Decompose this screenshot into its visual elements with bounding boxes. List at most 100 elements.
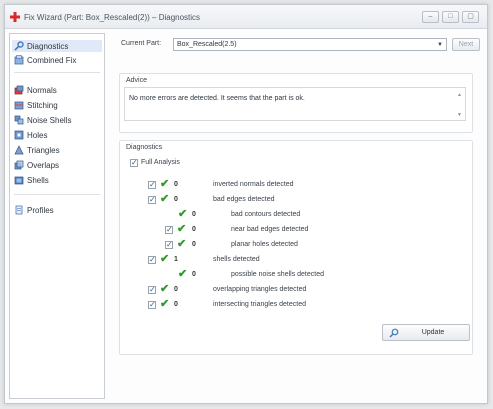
scroll-up-icon[interactable]: ▲ [457,92,462,98]
row-count: 1 [174,256,178,263]
check-mark-icon: ✔ [178,268,188,280]
sidebar-item-combined-fix[interactable]: Combined Fix [14,54,76,66]
diagnostic-row: ✓ ✔ 0 intersecting triangles detected [120,298,460,310]
sidebar-item-label: Holes [27,130,48,140]
row-checkbox[interactable]: ✓ [148,180,156,189]
sidebar-item-label: Shells [27,175,49,185]
row-count: 0 [192,271,196,278]
sidebar-item-label: Normals [27,85,57,95]
row-checkbox[interactable]: ✓ [148,300,156,309]
combined-fix-icon [14,55,24,65]
row-checkbox[interactable]: ✓ [165,240,173,249]
row-label: possible noise shells detected [231,271,325,278]
row-checkbox[interactable]: ✓ [165,225,173,234]
advice-title: Advice [126,77,148,84]
sidebar-item-triangles[interactable]: Triangles [14,144,60,156]
row-label: planar holes detected [231,241,298,248]
advice-group: Advice No more errors are detected. It s… [119,73,473,133]
minimize-button[interactable]: – [422,11,439,23]
row-count: 0 [174,301,178,308]
row-count: 0 [174,196,178,203]
sidebar-item-stitching[interactable]: Stitching [14,99,58,111]
row-checkbox[interactable]: ✓ [148,255,156,264]
triangles-icon [14,145,24,155]
diagnostic-row: ✔ 0 possible noise shells detected [120,268,460,280]
row-checkbox[interactable]: ✓ [148,195,156,204]
check-mark-icon: ✔ [160,283,170,295]
diagnostic-row: ✓ ✔ 0 planar holes detected [120,238,460,250]
row-label: shells detected [213,256,260,263]
update-button[interactable]: Update [382,324,470,341]
advice-text-box: No more errors are detected. It seems th… [124,87,466,121]
next-button[interactable]: Next [452,38,480,51]
current-part-value: Box_Rescaled(2.5) [177,41,237,48]
noise-shells-icon [14,115,24,125]
check-mark-icon: ✔ [177,223,187,235]
sidebar-item-label: Profiles [27,205,54,215]
shells-icon [14,176,24,185]
app-plus-icon [10,12,20,22]
window-title: Fix Wizard (Part: Box_Rescaled(2)) – Dia… [24,13,201,22]
check-mark-icon: ✔ [160,298,170,310]
main-panel: Current Part: Box_Rescaled(2.5) ▼ Next A… [109,33,485,399]
wrench-magnifier-icon [14,41,24,51]
row-label: intersecting triangles detected [213,301,306,308]
full-analysis-row[interactable]: ✓ Full Analysis [130,158,230,168]
row-count: 0 [174,181,178,188]
scroll-down-icon[interactable]: ▼ [457,112,462,118]
row-checkbox[interactable]: ✓ [148,285,156,294]
stitching-icon [14,101,24,110]
diagnostic-row: ✓ ✔ 0 near bad edges detected [120,223,460,235]
row-label: bad edges detected [213,196,275,203]
sidebar-item-diagnostics[interactable]: Diagnostics [12,40,102,52]
title-bar[interactable]: Fix Wizard (Part: Box_Rescaled(2)) – Dia… [5,5,487,29]
sidebar-item-shells[interactable]: Shells [14,174,49,186]
diagnostic-row: ✓ ✔ 0 inverted normals detected [120,178,460,190]
full-analysis-checkbox[interactable]: ✓ [130,158,138,167]
sidebar-divider [14,72,100,73]
current-part-select[interactable]: Box_Rescaled(2.5) ▼ [173,38,447,51]
sidebar-item-normals[interactable]: Normals [14,84,57,96]
full-analysis-label: Full Analysis [141,159,180,166]
sidebar-item-noise-shells[interactable]: Noise Shells [14,114,71,126]
sidebar: Diagnostics Combined Fix Normals Stitchi… [9,33,105,399]
sidebar-item-holes[interactable]: Holes [14,129,47,141]
holes-icon [14,130,24,140]
chevron-down-icon: ▼ [437,42,443,48]
sidebar-item-label: Triangles [27,145,60,155]
sidebar-divider [14,194,100,195]
sidebar-item-label: Overlaps [27,160,60,170]
diagnostic-row: ✓ ✔ 1 shells detected [120,253,460,265]
normals-icon [14,85,24,95]
row-count: 0 [192,226,196,233]
sidebar-item-overlaps[interactable]: Overlaps [14,159,59,171]
row-label: overlapping triangles detected [213,286,307,293]
diagnostic-row: ✓ ✔ 0 bad edges detected [120,193,460,205]
diagnostics-title: Diagnostics [126,144,163,151]
sidebar-item-profiles[interactable]: Profiles [14,204,54,216]
check-mark-icon: ✔ [160,193,170,205]
close-button[interactable]: ▢ [462,11,479,23]
sidebar-item-label: Diagnostics [27,41,69,51]
current-part-label: Current Part: [121,40,162,47]
advice-text: No more errors are detected. It seems th… [129,95,305,102]
overlaps-icon [14,160,24,170]
row-label: bad contours detected [231,211,301,218]
sidebar-item-label: Noise Shells [27,115,72,125]
diagnostic-row: ✔ 0 bad contours detected [120,208,460,220]
check-mark-icon: ✔ [178,208,188,220]
row-count: 0 [174,286,178,293]
check-mark-icon: ✔ [177,238,187,250]
check-mark-icon: ✔ [160,253,170,265]
diagnostics-group: Diagnostics ✓ Full Analysis ✓ ✔ 0 invert… [119,140,473,355]
check-mark-icon: ✔ [160,178,170,190]
sidebar-item-label: Combined Fix [27,55,77,65]
diagnostic-row: ✓ ✔ 0 overlapping triangles detected [120,283,460,295]
row-label: inverted normals detected [213,181,294,188]
row-count: 0 [192,211,196,218]
update-label: Update [421,329,445,336]
fix-wizard-window: Fix Wizard (Part: Box_Rescaled(2)) – Dia… [4,4,488,404]
row-label: near bad edges detected [231,226,309,233]
sidebar-item-label: Stitching [27,100,58,110]
maximize-button[interactable]: □ [442,11,459,23]
